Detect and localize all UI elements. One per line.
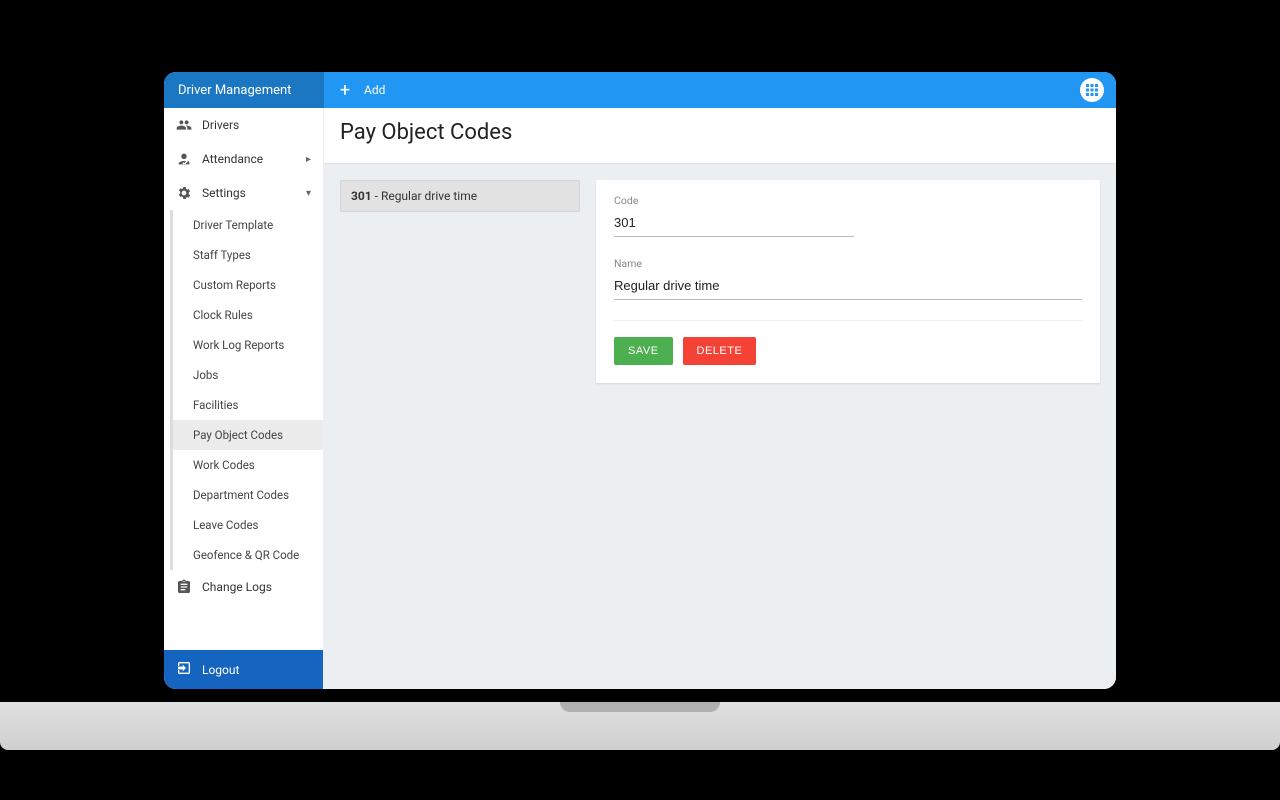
topbar: Driver Management + Add — [164, 72, 1116, 108]
sidebar-item-facilities[interactable]: Facilities — [173, 390, 323, 420]
body: Drivers Attendance ▸ Settings ▾ — [164, 108, 1116, 689]
save-button[interactable]: Save — [614, 337, 673, 365]
code-input[interactable] — [614, 211, 854, 237]
sidebar-item-label: Drivers — [202, 118, 239, 132]
detail-form: Code Name Save Delete — [596, 180, 1100, 383]
logout-button[interactable]: Logout — [164, 650, 323, 689]
divider — [614, 320, 1082, 321]
gear-icon — [176, 185, 192, 201]
logout-label: Logout — [202, 663, 239, 677]
laptop-screen: Driver Management + Add — [140, 48, 1140, 713]
chevron-right-icon: ▸ — [306, 154, 311, 165]
code-label: Code — [614, 194, 1082, 207]
sidebar-item-drivers[interactable]: Drivers — [164, 108, 323, 142]
sidebar-item-leave-codes[interactable]: Leave Codes — [173, 510, 323, 540]
toolbar: + Add — [324, 72, 1116, 108]
app-root: Driver Management + Add — [164, 72, 1116, 689]
chevron-down-icon: ▾ — [306, 188, 311, 199]
sidebar-item-department-codes[interactable]: Department Codes — [173, 480, 323, 510]
content: 301 - Regular drive time Code Name — [324, 164, 1116, 399]
code-list-item[interactable]: 301 - Regular drive time — [340, 180, 580, 212]
field-code: Code — [614, 194, 1082, 237]
code-value: 301 — [351, 189, 372, 203]
main: Pay Object Codes 301 - Regular drive tim… — [324, 108, 1116, 689]
people-icon — [176, 117, 192, 133]
sidebar-item-label: Attendance — [202, 152, 263, 166]
delete-button[interactable]: Delete — [683, 337, 757, 365]
sidebar-item-geofence-qr[interactable]: Geofence & QR Code — [173, 540, 323, 570]
clipboard-icon — [176, 579, 192, 595]
form-actions: Save Delete — [614, 337, 1082, 365]
apps-grid-icon — [1086, 84, 1098, 96]
code-name: Regular drive time — [381, 189, 477, 203]
sidebar-item-staff-types[interactable]: Staff Types — [173, 240, 323, 270]
add-label: Add — [364, 83, 385, 97]
sidebar-item-settings[interactable]: Settings ▾ — [164, 176, 323, 210]
name-label: Name — [614, 257, 1082, 270]
logout-icon — [176, 660, 192, 679]
add-button[interactable]: + Add — [336, 80, 385, 101]
sidebar-item-pay-object-codes[interactable]: Pay Object Codes — [173, 420, 323, 450]
sidebar: Drivers Attendance ▸ Settings ▾ — [164, 108, 324, 689]
plus-icon: + — [336, 80, 354, 101]
sidebar-item-label: Change Logs — [202, 580, 272, 594]
sidebar-item-work-codes[interactable]: Work Codes — [173, 450, 323, 480]
sidebar-item-clock-rules[interactable]: Clock Rules — [173, 300, 323, 330]
brand-title: Driver Management — [164, 72, 324, 108]
code-separator: - — [372, 189, 381, 203]
settings-subnav: Driver Template Staff Types Custom Repor… — [170, 210, 323, 570]
laptop-notch — [560, 702, 720, 712]
code-list: 301 - Regular drive time — [340, 180, 580, 212]
sidebar-item-custom-reports[interactable]: Custom Reports — [173, 270, 323, 300]
sidebar-item-work-log-reports[interactable]: Work Log Reports — [173, 330, 323, 360]
apps-grid-button[interactable] — [1080, 78, 1104, 102]
sidebar-spacer — [164, 604, 323, 650]
sidebar-item-driver-template[interactable]: Driver Template — [173, 210, 323, 240]
page-header: Pay Object Codes — [324, 108, 1116, 164]
sidebar-item-attendance[interactable]: Attendance ▸ — [164, 142, 323, 176]
sidebar-item-change-logs[interactable]: Change Logs — [164, 570, 323, 604]
page-title: Pay Object Codes — [340, 120, 1100, 145]
sidebar-item-jobs[interactable]: Jobs — [173, 360, 323, 390]
sidebar-item-label: Settings — [202, 186, 246, 200]
person-check-icon — [176, 151, 192, 167]
name-input[interactable] — [614, 274, 1082, 300]
field-name: Name — [614, 257, 1082, 300]
